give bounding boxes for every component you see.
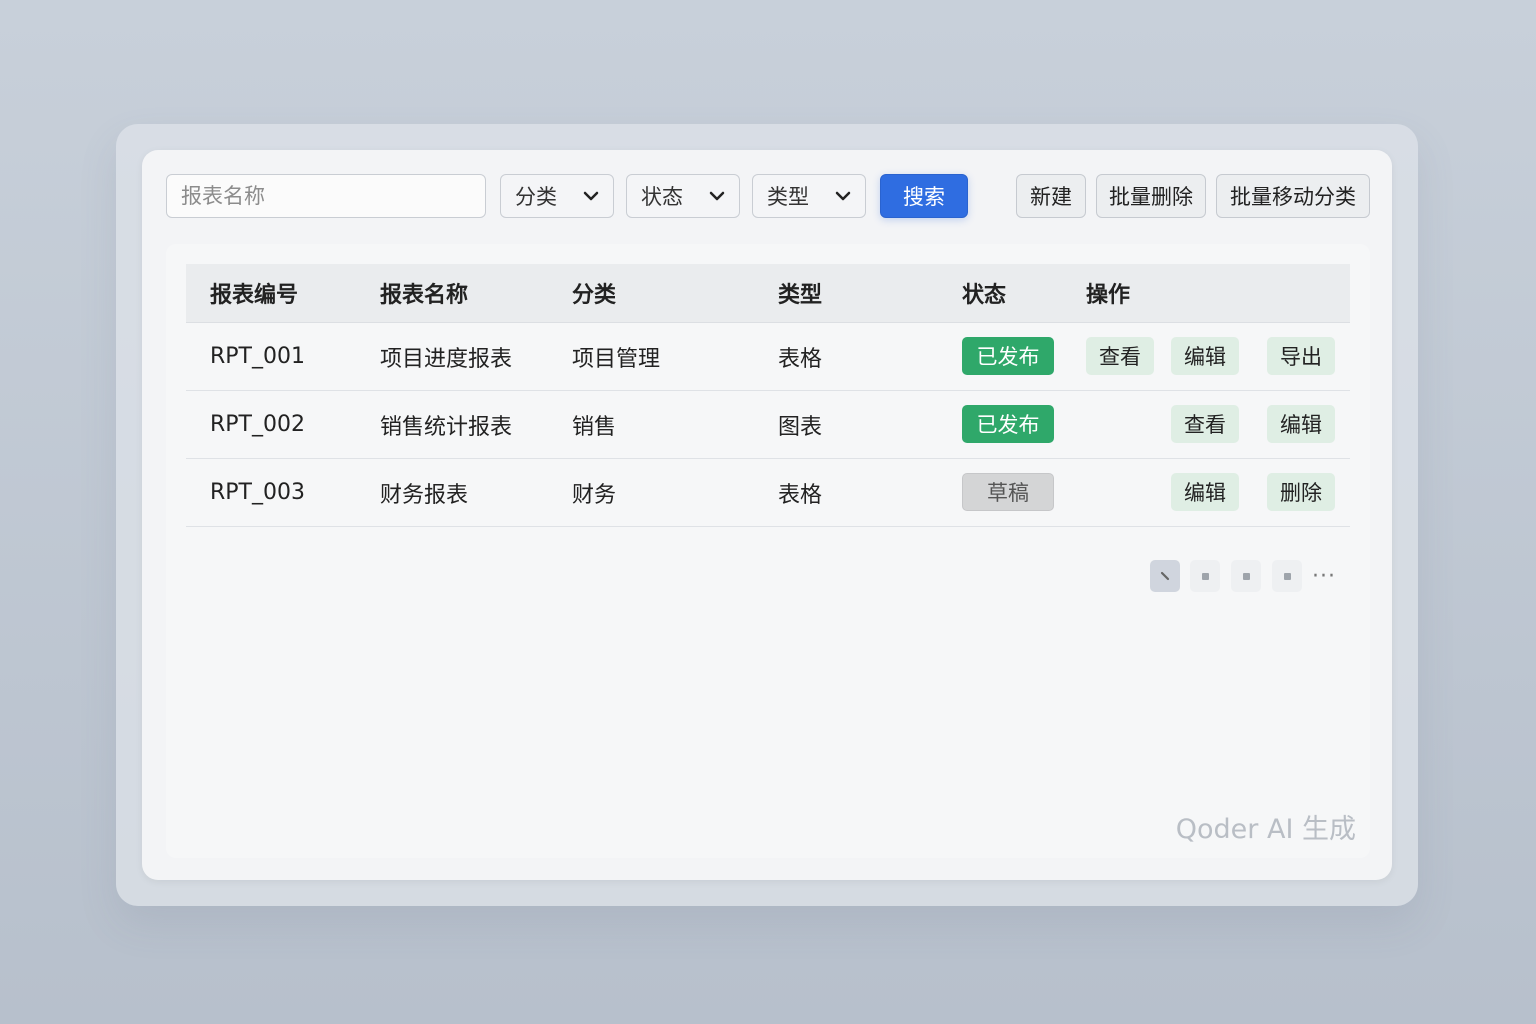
watermark: Qoder AI 生成 — [1175, 814, 1356, 845]
export-button[interactable]: 导出 — [1267, 337, 1335, 375]
new-button[interactable]: 新建 — [1016, 174, 1086, 218]
category-select[interactable]: 分类 — [500, 174, 614, 218]
cell-category: 财务 — [572, 482, 617, 508]
status-select[interactable]: 状态 — [626, 174, 740, 218]
delete-button[interactable]: 删除 — [1267, 473, 1335, 511]
type-select-label: 类型 — [767, 185, 809, 209]
cell-report-name: 项目进度报表 — [380, 346, 513, 372]
cell-type: 表格 — [778, 346, 823, 372]
header-report-name: 报表名称 — [380, 283, 469, 308]
cell-type: 图表 — [778, 414, 823, 440]
edit-button[interactable]: 编辑 — [1267, 405, 1335, 443]
header-status: 状态 — [962, 283, 1007, 308]
report-panel: 分类 状态 类型 搜索 新建 批量删除 批量移动分类 报表编号 报表名称 分类 — [142, 150, 1392, 880]
page-button[interactable] — [1231, 560, 1261, 592]
arrow-icon — [1160, 571, 1170, 581]
view-button[interactable]: 查看 — [1086, 337, 1154, 375]
edit-button[interactable]: 编辑 — [1171, 337, 1239, 375]
status-select-label: 状态 — [641, 185, 683, 209]
search-button[interactable]: 搜索 — [880, 174, 968, 218]
pagination-more[interactable]: ··· — [1312, 560, 1336, 592]
cell-report-name: 财务报表 — [380, 482, 469, 508]
page-button-current[interactable] — [1150, 560, 1180, 592]
batch-delete-button[interactable]: 批量删除 — [1096, 174, 1206, 218]
status-badge: 草稿 — [962, 473, 1054, 511]
cell-type: 表格 — [778, 482, 823, 508]
cell-report-id: RPT_001 — [210, 344, 305, 369]
chevron-down-icon — [709, 188, 725, 204]
header-actions: 操作 — [1086, 283, 1131, 308]
table-row: RPT_003 财务报表 财务 表格 草稿 编辑 删除 — [186, 459, 1350, 527]
type-select[interactable]: 类型 — [752, 174, 866, 218]
cell-category: 销售 — [572, 414, 617, 440]
search-input[interactable] — [166, 174, 486, 218]
cell-category: 项目管理 — [572, 346, 661, 372]
table-header: 报表编号 报表名称 分类 类型 状态 操作 — [186, 264, 1350, 323]
page-button[interactable] — [1190, 560, 1220, 592]
chevron-down-icon — [583, 188, 599, 204]
edit-button[interactable]: 编辑 — [1171, 473, 1239, 511]
page-button[interactable] — [1272, 560, 1302, 592]
status-badge: 已发布 — [962, 337, 1054, 375]
status-badge: 已发布 — [962, 405, 1054, 443]
table-row: RPT_002 销售统计报表 销售 图表 已发布 查看 编辑 — [186, 391, 1350, 459]
chevron-down-icon — [835, 188, 851, 204]
cell-report-id: RPT_002 — [210, 412, 305, 437]
cell-report-name: 销售统计报表 — [380, 414, 513, 440]
report-table: 报表编号 报表名称 分类 类型 状态 操作 RPT_001 项目进度报表 项目管… — [166, 244, 1370, 858]
category-select-label: 分类 — [515, 185, 557, 209]
cell-report-id: RPT_003 — [210, 480, 305, 505]
pagination: ··· — [1150, 560, 1350, 592]
batch-move-category-button[interactable]: 批量移动分类 — [1216, 174, 1370, 218]
header-type: 类型 — [778, 283, 823, 308]
view-button[interactable]: 查看 — [1171, 405, 1239, 443]
header-category: 分类 — [572, 283, 617, 308]
toolbar: 分类 状态 类型 搜索 新建 批量删除 批量移动分类 — [166, 174, 1370, 220]
header-report-id: 报表编号 — [210, 283, 299, 308]
table-row: RPT_001 项目进度报表 项目管理 表格 已发布 查看 编辑 导出 — [186, 323, 1350, 391]
